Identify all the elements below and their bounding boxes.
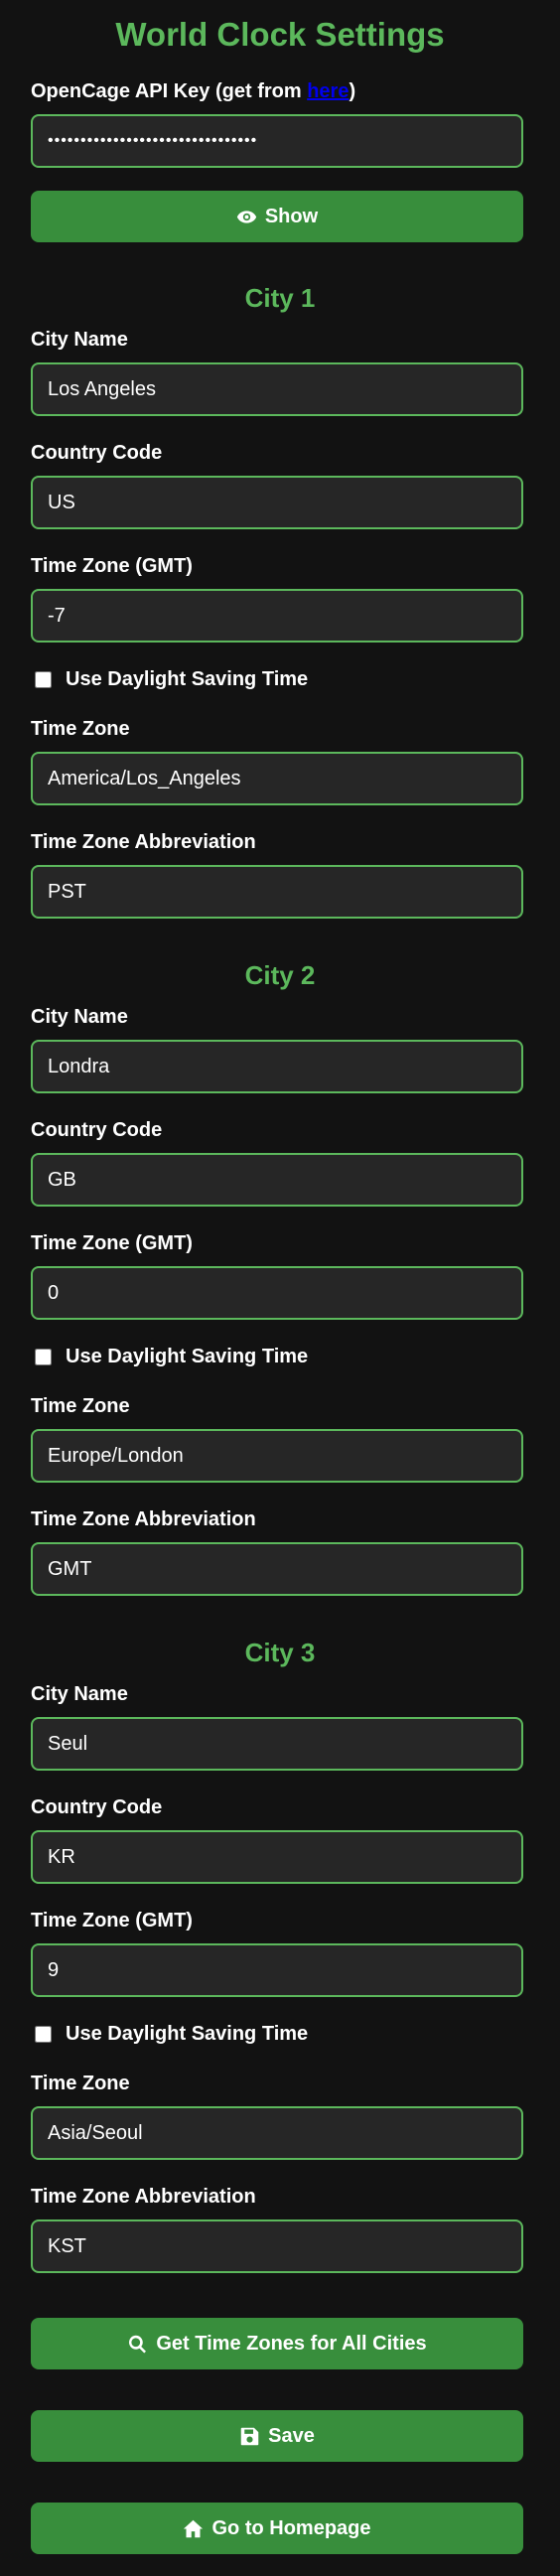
city-3-gmt-input[interactable] [31, 1943, 523, 1997]
get-time-zones-label: Get Time Zones for All Cities [156, 2332, 427, 2355]
city-3-country-input[interactable] [31, 1830, 523, 1884]
city-2-abbr-input[interactable] [31, 1542, 523, 1596]
eye-icon [236, 207, 257, 227]
city-3-abbr-input[interactable] [31, 2219, 523, 2273]
show-button[interactable]: Show [31, 191, 523, 242]
city-3-name-input[interactable] [31, 1717, 523, 1771]
city-1-name-label: City Name [31, 329, 128, 351]
save-button-label: Save [268, 2424, 315, 2447]
city-1-timezone-label: Time Zone [31, 718, 130, 740]
api-key-input[interactable] [31, 114, 523, 168]
city-2-gmt-input[interactable] [31, 1266, 523, 1320]
city-3-heading: City 3 [244, 1638, 316, 1667]
api-key-label: OpenCage API Key (get from here) [31, 77, 355, 105]
city-1-dst-row[interactable]: Use Daylight Saving Time [31, 665, 308, 693]
city-1-dst-label: Use Daylight Saving Time [66, 667, 309, 690]
city-1-country-input[interactable] [31, 476, 523, 529]
city-2-dst-checkbox[interactable] [35, 1348, 52, 1365]
settings-page: World Clock Settings OpenCage API Key (g… [0, 0, 560, 2576]
api-key-label-suffix: ) [349, 80, 356, 102]
search-icon [127, 2334, 148, 2355]
city-1-gmt-label: Time Zone (GMT) [31, 555, 193, 577]
show-button-label: Show [264, 205, 319, 227]
city-3-country-label: Country Code [31, 1796, 163, 1818]
city-1-abbr-label: Time Zone Abbreviation [31, 831, 256, 853]
city-2-heading: City 2 [244, 960, 316, 990]
city-3-dst-row[interactable]: Use Daylight Saving Time [31, 2020, 308, 2048]
city-1-timezone-input[interactable] [31, 752, 523, 805]
get-time-zones-button[interactable]: Get Time Zones for All Cities [31, 2318, 523, 2369]
city-2-abbr-label: Time Zone Abbreviation [31, 1508, 256, 1530]
city-3-dst-checkbox[interactable] [35, 2025, 52, 2043]
city-2-gmt-label: Time Zone (GMT) [31, 1232, 193, 1254]
save-button[interactable]: Save [31, 2410, 523, 2462]
go-to-homepage-button[interactable]: Go to Homepage [31, 2503, 523, 2554]
city-2-dst-row[interactable]: Use Daylight Saving Time [31, 1343, 308, 1370]
city-3-dst-label: Use Daylight Saving Time [66, 2022, 309, 2045]
city-2-name-input[interactable] [31, 1040, 523, 1093]
city-2-name-label: City Name [31, 1006, 128, 1028]
api-key-link[interactable]: here [307, 80, 349, 102]
city-3-abbr-label: Time Zone Abbreviation [31, 2186, 256, 2208]
city-1-gmt-input[interactable] [31, 589, 523, 643]
page-title: World Clock Settings [115, 16, 445, 53]
city-1-country-label: Country Code [31, 442, 163, 464]
api-key-label-prefix: OpenCage API Key (get from [31, 80, 308, 102]
save-icon [239, 2426, 260, 2447]
city-2-country-input[interactable] [31, 1153, 523, 1207]
city-2-country-label: Country Code [31, 1119, 163, 1141]
city-2-timezone-input[interactable] [31, 1429, 523, 1483]
city-1-heading: City 1 [244, 283, 316, 313]
city-1-dst-checkbox[interactable] [35, 670, 52, 688]
city-3-gmt-label: Time Zone (GMT) [31, 1910, 193, 1932]
city-2-dst-label: Use Daylight Saving Time [66, 1345, 309, 1367]
home-icon [183, 2518, 204, 2539]
city-3-name-label: City Name [31, 1683, 128, 1705]
city-3-timezone-input[interactable] [31, 2106, 523, 2160]
city-2-timezone-label: Time Zone [31, 1395, 130, 1417]
go-to-homepage-label: Go to Homepage [211, 2516, 371, 2539]
city-1-name-input[interactable] [31, 362, 523, 416]
city-1-abbr-input[interactable] [31, 865, 523, 919]
city-3-timezone-label: Time Zone [31, 2073, 130, 2094]
